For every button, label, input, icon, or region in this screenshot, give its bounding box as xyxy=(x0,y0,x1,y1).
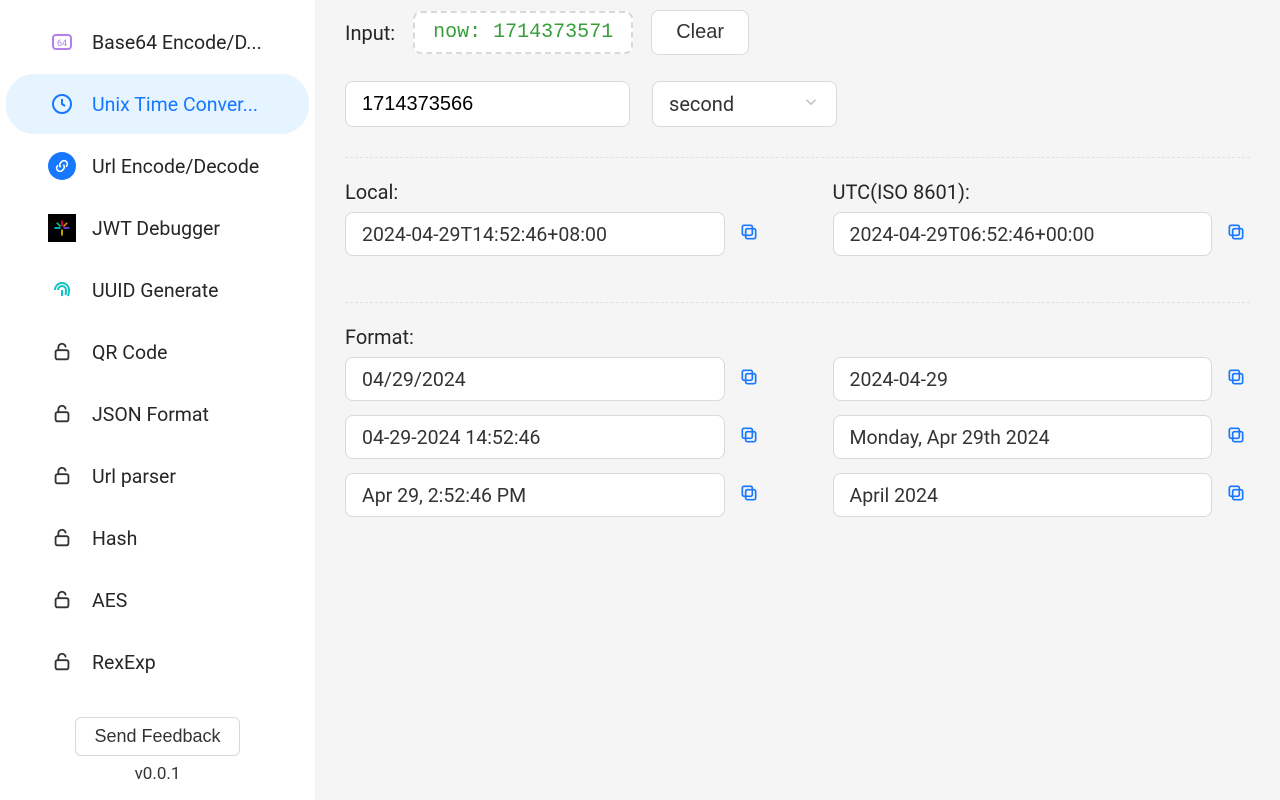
base64-icon: 64 xyxy=(48,28,76,56)
jwt-icon xyxy=(48,214,76,242)
lock-icon xyxy=(48,462,76,490)
sidebar-item-label: Base64 Encode/D... xyxy=(92,31,262,54)
separator xyxy=(345,302,1250,303)
copy-icon[interactable] xyxy=(1226,425,1250,449)
unit-select-value: second xyxy=(669,92,734,116)
sidebar-item-label: Unix Time Conver... xyxy=(92,93,258,116)
sidebar-item-urlparser[interactable]: Url parser xyxy=(6,446,309,506)
copy-icon[interactable] xyxy=(1226,367,1250,391)
chevron-down-icon xyxy=(802,92,820,116)
link-icon xyxy=(48,152,76,180)
sidebar-item-label: QR Code xyxy=(92,341,167,364)
sidebar: 64 Base64 Encode/D... Unix Time Conver..… xyxy=(0,0,315,800)
format-value: Monday, Apr 29th 2024 xyxy=(833,415,1213,459)
lock-icon xyxy=(48,524,76,552)
copy-icon[interactable] xyxy=(1226,483,1250,507)
clock-icon xyxy=(48,90,76,118)
sidebar-item-regexp[interactable]: RexExp xyxy=(6,632,309,692)
timestamp-input[interactable] xyxy=(345,81,630,127)
lock-icon xyxy=(48,648,76,676)
utc-label: UTC(ISO 8601): xyxy=(833,180,1251,204)
sidebar-item-label: Url parser xyxy=(92,465,176,488)
timestamp-row: second xyxy=(345,81,1250,127)
copy-icon[interactable] xyxy=(739,367,763,391)
sidebar-item-label: Hash xyxy=(92,527,137,550)
clear-button[interactable]: Clear xyxy=(651,10,749,55)
sidebar-item-uuid[interactable]: UUID Generate xyxy=(6,260,309,320)
sidebar-item-unixtime[interactable]: Unix Time Conver... xyxy=(6,74,309,134)
format-value: Apr 29, 2:52:46 PM xyxy=(345,473,725,517)
separator xyxy=(345,157,1250,158)
sidebar-item-label: JWT Debugger xyxy=(92,217,220,240)
input-row: Input: now: 1714373571 Clear xyxy=(345,10,1250,55)
copy-icon[interactable] xyxy=(739,425,763,449)
send-feedback-button[interactable]: Send Feedback xyxy=(75,717,239,756)
sidebar-item-label: Url Encode/Decode xyxy=(92,155,259,178)
input-label: Input: xyxy=(345,21,395,45)
sidebar-item-qrcode[interactable]: QR Code xyxy=(6,322,309,382)
format-label: Format: xyxy=(345,325,1250,349)
utc-value: 2024-04-29T06:52:46+00:00 xyxy=(833,212,1213,256)
copy-icon[interactable] xyxy=(1226,222,1250,246)
sidebar-item-label: RexExp xyxy=(92,651,156,674)
sidebar-item-json[interactable]: JSON Format xyxy=(6,384,309,444)
now-timestamp-chip[interactable]: now: 1714373571 xyxy=(413,11,633,54)
format-grid: 04/29/2024 04-29-2024 14:52:46 Apr 29, 2… xyxy=(345,357,1250,531)
lock-icon xyxy=(48,400,76,428)
sidebar-item-hash[interactable]: Hash xyxy=(6,508,309,568)
sidebar-item-base64[interactable]: 64 Base64 Encode/D... xyxy=(6,12,309,72)
sidebar-footer: Send Feedback v0.0.1 xyxy=(0,701,315,800)
copy-icon[interactable] xyxy=(739,222,763,246)
sidebar-item-label: UUID Generate xyxy=(92,279,219,302)
now-prefix: now: xyxy=(433,21,481,44)
fingerprint-icon xyxy=(48,276,76,304)
main-content: Input: now: 1714373571 Clear second Loca… xyxy=(315,0,1280,800)
version-label: v0.0.1 xyxy=(16,764,299,784)
unit-select[interactable]: second xyxy=(652,81,837,127)
now-value: 1714373571 xyxy=(493,21,613,44)
format-value: April 2024 xyxy=(833,473,1213,517)
sidebar-items: 64 Base64 Encode/D... Unix Time Conver..… xyxy=(0,10,315,701)
format-value: 04/29/2024 xyxy=(345,357,725,401)
copy-icon[interactable] xyxy=(739,483,763,507)
local-value: 2024-04-29T14:52:46+08:00 xyxy=(345,212,725,256)
local-label: Local: xyxy=(345,180,763,204)
svg-text:64: 64 xyxy=(57,39,67,49)
sidebar-item-label: JSON Format xyxy=(92,403,209,426)
sidebar-item-label: AES xyxy=(92,589,127,612)
iso-row: Local: 2024-04-29T14:52:46+08:00 UTC(ISO… xyxy=(345,180,1250,270)
lock-icon xyxy=(48,586,76,614)
format-value: 2024-04-29 xyxy=(833,357,1213,401)
sidebar-item-aes[interactable]: AES xyxy=(6,570,309,630)
format-value: 04-29-2024 14:52:46 xyxy=(345,415,725,459)
sidebar-item-urlencode[interactable]: Url Encode/Decode xyxy=(6,136,309,196)
sidebar-item-jwt[interactable]: JWT Debugger xyxy=(6,198,309,258)
lock-icon xyxy=(48,338,76,366)
